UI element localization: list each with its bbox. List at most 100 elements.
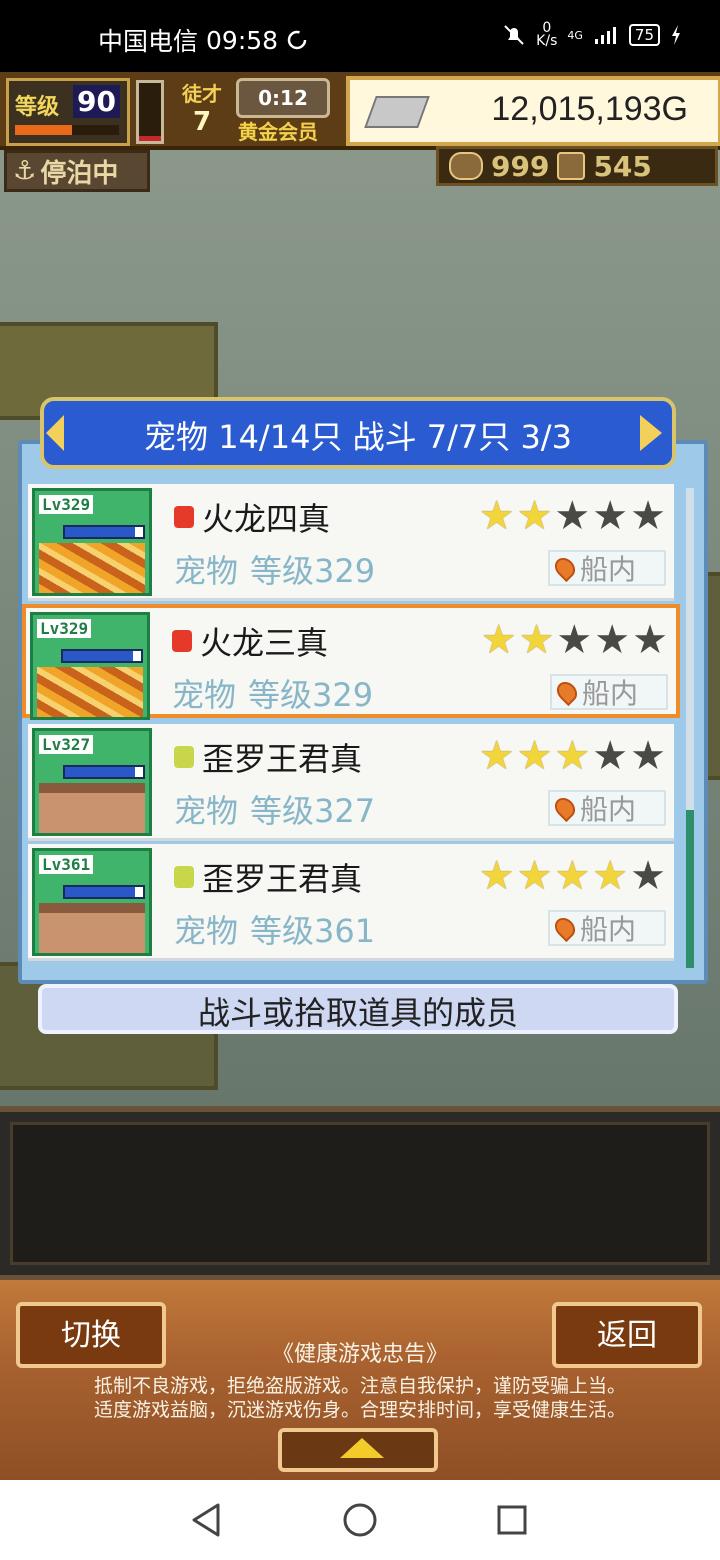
resource-bar: 999 545 bbox=[436, 146, 718, 186]
star-icon: ★ bbox=[594, 617, 631, 663]
dragon-portrait-icon bbox=[39, 543, 145, 593]
pet-location[interactable]: 船内 bbox=[548, 910, 666, 946]
pet-portrait[interactable]: Lv329 bbox=[32, 488, 152, 596]
pet-location[interactable]: 船内 bbox=[548, 550, 666, 586]
pet-location[interactable]: 船内 bbox=[550, 674, 668, 710]
pet-type: 宠物 bbox=[174, 912, 239, 950]
expand-up-button[interactable] bbox=[278, 1428, 438, 1472]
notice-line-1: 抵制不良游戏，拒绝盗版游戏。注意自我保护，谨防受骗上当。 bbox=[93, 1375, 626, 1397]
timer: 0:12 bbox=[236, 78, 330, 118]
star-icon: ★ bbox=[592, 853, 629, 899]
pet-location-text: 船内 bbox=[580, 793, 637, 826]
king-portrait-icon bbox=[39, 783, 145, 833]
pet-rarity-stars: ★ ★ ★ ★ ★ bbox=[479, 736, 666, 776]
star-icon: ★ bbox=[480, 617, 517, 663]
back-triangle-icon bbox=[192, 1503, 220, 1537]
pet-rarity-stars: ★ ★ ★ ★ ★ bbox=[481, 620, 668, 660]
level-value: 90 bbox=[73, 85, 120, 118]
star-icon: ★ bbox=[554, 853, 591, 899]
xp-bar bbox=[15, 125, 119, 135]
pet-level-tag: Lv327 bbox=[39, 735, 94, 754]
money-value: 12,015,193G bbox=[491, 90, 688, 128]
pet-hp-bar bbox=[63, 885, 145, 899]
game-screen[interactable]: 等级 90 徒才 7 0:12 黄金会员 12,015,193G ⚓ 停泊中 9… bbox=[0, 72, 720, 1480]
pet-row[interactable]: Lv327 歪罗王君真 宠物 等级327 ★ ★ ★ ★ ★ 船内 bbox=[28, 724, 674, 841]
money-panel[interactable]: 12,015,193G bbox=[346, 76, 720, 146]
star-icon: ★ bbox=[554, 493, 591, 539]
pet-panel-header: 宠物 14/14只 战斗 7/7只 3/3 bbox=[40, 397, 676, 469]
list-scrollbar[interactable] bbox=[686, 488, 694, 968]
pet-level-tag: Lv329 bbox=[39, 495, 94, 514]
pet-row[interactable]: Lv329 火龙四真 宠物 等级329 ★ ★ ★ ★ ★ 船内 bbox=[28, 484, 674, 601]
star-icon: ★ bbox=[592, 493, 629, 539]
battery-icon: 75 bbox=[628, 24, 660, 46]
sun-element-icon bbox=[174, 866, 194, 888]
pet-type: 宠物 bbox=[174, 552, 239, 590]
pet-location-text: 船内 bbox=[582, 677, 639, 710]
pet-level-text: 等级329 bbox=[248, 676, 374, 714]
signal-label: 4G bbox=[567, 28, 583, 42]
star-icon: ★ bbox=[630, 853, 666, 899]
silver-bar-icon bbox=[364, 96, 430, 128]
star-icon: ★ bbox=[632, 617, 668, 663]
level-box[interactable]: 等级 90 bbox=[6, 78, 130, 146]
location-pin-icon bbox=[550, 913, 580, 943]
triangle-up-icon bbox=[340, 1438, 384, 1458]
pet-location[interactable]: 船内 bbox=[548, 790, 666, 826]
star-icon: ★ bbox=[516, 733, 553, 779]
recents-square-icon bbox=[497, 1505, 527, 1535]
coin-icon bbox=[557, 152, 586, 180]
star-icon: ★ bbox=[554, 733, 591, 779]
carrier: 中国电信 bbox=[98, 27, 199, 56]
health-notice: 《健康游戏忠告》 抵制不良游戏，拒绝盗版游戏。注意自我保护，谨防受骗上当。 适度… bbox=[0, 1336, 720, 1422]
pet-portrait[interactable]: Lv327 bbox=[32, 728, 152, 836]
pet-rarity-stars: ★ ★ ★ ★ ★ bbox=[479, 496, 666, 536]
prev-page-arrow-icon[interactable] bbox=[46, 415, 64, 451]
location-pin-icon bbox=[552, 677, 582, 707]
home-nav-button[interactable] bbox=[340, 1500, 380, 1540]
pet-location-text: 船内 bbox=[580, 553, 637, 586]
star-icon: ★ bbox=[478, 733, 515, 779]
star-icon: ★ bbox=[478, 493, 515, 539]
back-nav-button[interactable] bbox=[186, 1500, 226, 1540]
navigation-bar bbox=[0, 1480, 720, 1560]
next-page-arrow-icon[interactable] bbox=[640, 415, 662, 451]
level-label: 等级 bbox=[15, 95, 60, 120]
pet-hp-bar bbox=[63, 525, 145, 539]
star-icon: ★ bbox=[516, 853, 553, 899]
red-gauge bbox=[136, 80, 164, 144]
anchor-icon: ⚓ bbox=[13, 156, 37, 186]
pet-hp-bar bbox=[61, 649, 143, 663]
star-icon: ★ bbox=[630, 733, 666, 779]
pet-level-tag: Lv329 bbox=[37, 619, 92, 638]
pet-hp-bar bbox=[63, 765, 145, 779]
location-pin-icon bbox=[550, 553, 580, 583]
notice-title: 《健康游戏忠告》 bbox=[271, 1342, 448, 1367]
pet-name: 火龙四真 bbox=[202, 500, 331, 538]
pet-row[interactable]: Lv361 歪罗王君真 宠物 等级361 ★ ★ ★ ★ ★ 船内 bbox=[28, 844, 674, 961]
pet-location-text: 船内 bbox=[580, 913, 637, 946]
pet-portrait[interactable]: Lv361 bbox=[32, 848, 152, 956]
charging-icon bbox=[672, 25, 680, 45]
pet-type: 宠物 bbox=[172, 676, 237, 714]
net-speed: 0 K/s bbox=[536, 20, 558, 49]
fire-element-icon bbox=[172, 630, 192, 652]
pet-level-text: 等级327 bbox=[250, 792, 376, 830]
pet-level-text: 等级361 bbox=[250, 912, 376, 950]
sun-element-icon bbox=[174, 746, 194, 768]
notice-line-2: 适度游戏益脑，沉迷游戏伤身。合理安排时间，享受健康生活。 bbox=[93, 1399, 626, 1421]
top-hud: 等级 90 徒才 7 0:12 黄金会员 12,015,193G bbox=[0, 72, 720, 150]
location-pin-icon bbox=[550, 793, 580, 823]
vip-rank[interactable]: 徒才 7 bbox=[170, 78, 234, 140]
dragon-portrait-icon bbox=[37, 667, 143, 717]
recents-nav-button[interactable] bbox=[492, 1500, 532, 1540]
anchor-status[interactable]: ⚓ 停泊中 bbox=[4, 150, 150, 192]
pet-name: 火龙三真 bbox=[200, 624, 329, 662]
home-circle-icon bbox=[343, 1503, 377, 1537]
panel-header-text: 宠物 14/14只 战斗 7/7只 3/3 bbox=[144, 418, 572, 456]
pet-type: 宠物 bbox=[174, 792, 239, 830]
resource-b-value: 545 bbox=[593, 149, 652, 183]
pet-row[interactable]: Lv329 火龙三真 宠物 等级329 ★ ★ ★ ★ ★ 船内 bbox=[22, 604, 680, 720]
pet-name: 歪罗王君真 bbox=[202, 740, 363, 778]
pet-portrait[interactable]: Lv329 bbox=[30, 612, 150, 720]
